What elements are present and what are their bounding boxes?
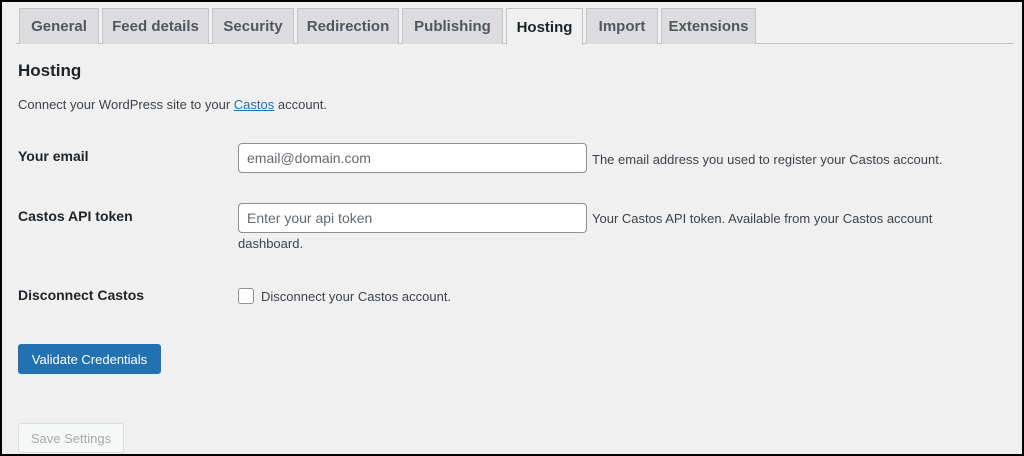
tab-publishing[interactable]: Publishing	[402, 8, 503, 44]
email-description: The email address you used to register y…	[592, 152, 943, 167]
tab-hosting[interactable]: Hosting	[506, 8, 583, 45]
tab-extensions[interactable]: Extensions	[661, 8, 756, 44]
disconnect-checkbox-label[interactable]: Disconnect your Castos account.	[261, 289, 451, 304]
api-token-description: Your Castos API token. Available from yo…	[592, 211, 933, 226]
intro-text-before: Connect your WordPress site to your	[18, 97, 234, 112]
api-token-input[interactable]	[238, 203, 587, 233]
tab-bar: General Feed details Security Redirectio…	[2, 2, 1022, 45]
save-settings-button[interactable]: Save Settings	[18, 423, 124, 453]
settings-page: General Feed details Security Redirectio…	[2, 2, 1022, 454]
validate-credentials-button[interactable]: Validate Credentials	[18, 344, 161, 374]
tab-feed-details[interactable]: Feed details	[102, 8, 209, 44]
email-input[interactable]	[238, 143, 587, 173]
intro-text-after: account.	[274, 97, 328, 112]
api-token-description-cont: dashboard.	[238, 236, 304, 251]
section-title: Hosting	[18, 61, 82, 80]
email-label: Your email	[18, 148, 89, 164]
tab-general[interactable]: General	[19, 8, 99, 44]
castos-link[interactable]: Castos	[234, 97, 274, 112]
intro-text: Connect your WordPress site to your Cast…	[18, 97, 327, 112]
tab-security[interactable]: Security	[212, 8, 294, 44]
disconnect-checkbox[interactable]	[238, 288, 254, 304]
disconnect-label: Disconnect Castos	[18, 287, 145, 303]
tab-import[interactable]: Import	[586, 8, 658, 44]
api-token-label: Castos API token	[18, 208, 133, 224]
tab-redirection[interactable]: Redirection	[297, 8, 399, 44]
